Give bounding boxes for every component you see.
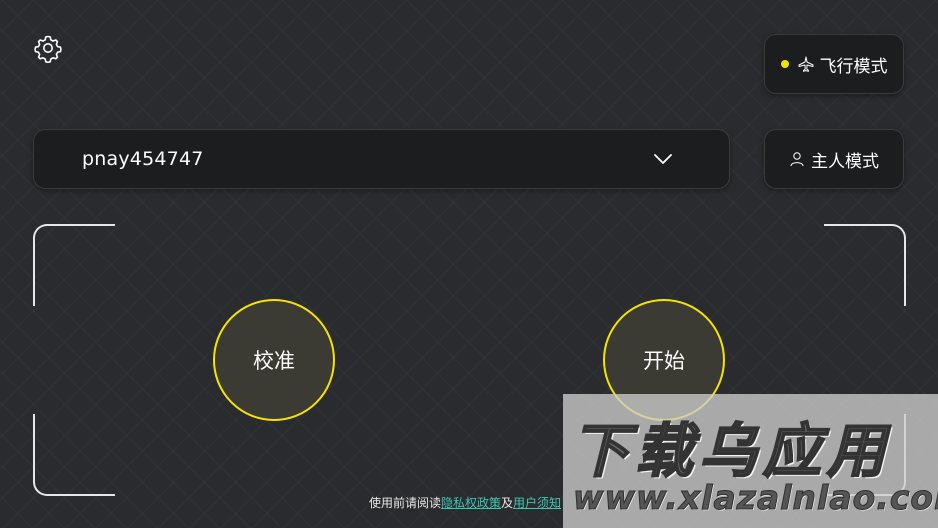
- watermark-url: www.xlazalnlao.com: [572, 478, 938, 518]
- device-select[interactable]: pnay454747: [33, 129, 730, 189]
- host-mode-button[interactable]: 主人模式: [764, 129, 904, 189]
- policy-footer: 使用前请阅读隐私权政策及用户须知: [369, 494, 561, 511]
- settings-button[interactable]: [33, 33, 63, 64]
- calibrate-label: 校准: [253, 349, 295, 373]
- active-indicator-dot: [780, 60, 789, 68]
- frame-corner-top-left: [33, 224, 115, 306]
- chevron-down-icon: [654, 154, 672, 164]
- calibrate-button[interactable]: 校准: [213, 299, 335, 421]
- frame-corner-bottom-left: [33, 414, 115, 496]
- privacy-policy-link[interactable]: 隐私权政策: [441, 496, 501, 510]
- airplane-icon: [798, 56, 813, 72]
- device-select-value: pnay454747: [82, 148, 204, 170]
- footer-prefix: 使用前请阅读: [369, 496, 442, 510]
- start-label: 开始: [643, 349, 685, 373]
- flight-mode-button[interactable]: 飞行模式: [764, 34, 904, 94]
- frame-corner-top-right: [824, 224, 906, 306]
- app-screen: 飞行模式 pnay454747 主人模式 校准 开始 使用前请阅读隐私权政策及用…: [0, 0, 938, 528]
- flight-mode-label: 飞行模式: [819, 56, 888, 77]
- gear-icon: [34, 35, 62, 64]
- user-terms-link[interactable]: 用户须知: [513, 496, 561, 510]
- watermark-title: 下载乌应用: [570, 416, 892, 486]
- person-icon: [790, 152, 804, 167]
- host-mode-label: 主人模式: [811, 151, 879, 172]
- footer-joiner: 及: [501, 496, 514, 510]
- watermark-overlay: 下载乌应用 www.xlazalnlao.com: [563, 394, 938, 528]
